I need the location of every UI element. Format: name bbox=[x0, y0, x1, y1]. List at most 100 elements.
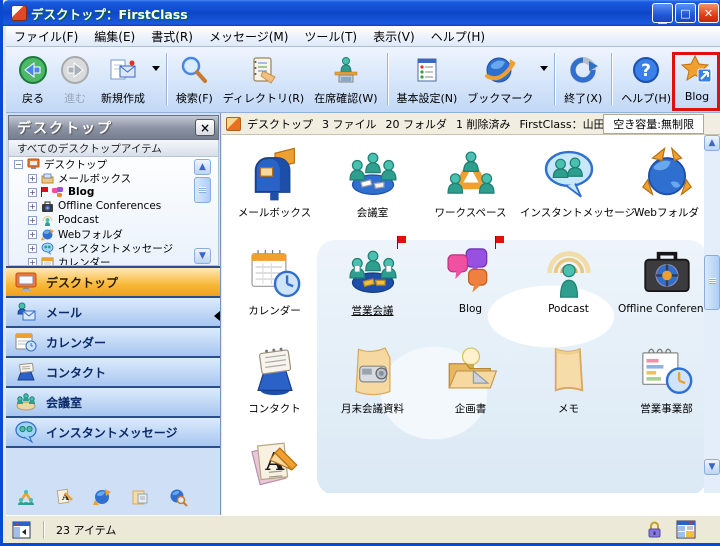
new-message-button[interactable]: 新規作成 bbox=[96, 50, 150, 108]
accordion-desktop[interactable]: デスクトップ bbox=[6, 268, 221, 298]
expand-icon[interactable]: + bbox=[28, 244, 37, 253]
menubar: ファイル(F) 編集(E) 書式(R) メッセージ(M) ツール(T) 表示(V… bbox=[6, 26, 720, 47]
sidebar-panel-header: デスクトップ × bbox=[8, 115, 219, 140]
accordion-conferences[interactable]: 会議室 bbox=[6, 388, 221, 418]
scroll-down-icon[interactable]: ▼ bbox=[194, 248, 211, 264]
item-blog[interactable]: Blog bbox=[422, 238, 519, 334]
scroll-up-icon[interactable]: ▲ bbox=[194, 159, 211, 175]
websearch-mini-icon[interactable] bbox=[168, 487, 188, 507]
firstclass-window: デスクトップ：FirstClass ▁ □ ✕ ファイル(F) 編集(E) 書式… bbox=[0, 0, 720, 546]
tree-item-calendar[interactable]: + カレンダー bbox=[9, 255, 218, 266]
accordion-calendar[interactable]: カレンダー bbox=[6, 328, 221, 358]
menu-tools[interactable]: ツール(T) bbox=[296, 26, 365, 47]
bookmarks-button[interactable]: ブックマーク bbox=[462, 50, 538, 108]
vertical-scrollbar[interactable]: ▲ ▼ bbox=[704, 135, 720, 493]
tree-item-offline-conferences[interactable]: + Offline Conferences bbox=[9, 199, 218, 213]
bookmarks-dropdown-icon[interactable] bbox=[540, 66, 548, 71]
mailbox-mini-icon bbox=[41, 172, 55, 185]
main-panel: デスクトップ 3 ファイル 20 フォルダ 1 削除済み FirstClass：… bbox=[222, 113, 720, 515]
accordion-instant-message[interactable]: インスタントメッセージ bbox=[6, 418, 221, 448]
main-header: デスクトップ 3 ファイル 20 フォルダ 1 削除済み FirstClass：… bbox=[222, 113, 720, 135]
lock-icon bbox=[647, 521, 662, 538]
toggle-sidebar-icon[interactable] bbox=[12, 521, 31, 539]
tree-scrollbar[interactable]: ▲ ▼ bbox=[194, 159, 211, 264]
menu-file[interactable]: ファイル(F) bbox=[6, 26, 86, 47]
search-button[interactable]: 検索(F) bbox=[171, 50, 218, 108]
webfolder-mini-icon bbox=[41, 228, 55, 241]
item-webfolder[interactable]: Webフォルダ bbox=[618, 140, 704, 236]
tree-item-instant-message[interactable]: + インスタントメッセージ bbox=[9, 241, 218, 255]
new-message-dropdown-icon[interactable] bbox=[152, 66, 160, 71]
desktop-header-icon bbox=[226, 117, 241, 131]
item-calendar[interactable]: カレンダー bbox=[226, 238, 323, 334]
desktop-item-grid: メールボックス 会議室 ワークスペース インスタントメッセージ Webフォルダ bbox=[222, 135, 704, 493]
forward-button[interactable]: 進む bbox=[54, 50, 96, 108]
toolbar-separator bbox=[611, 53, 612, 105]
tree-item-desktop[interactable]: − デスクトップ bbox=[9, 157, 218, 171]
item-monthly-meeting-docs[interactable]: 月末会議資料 bbox=[324, 336, 421, 432]
new-message-icon bbox=[106, 52, 140, 88]
item-sales-division[interactable]: 営業事業部 bbox=[618, 336, 704, 432]
item-sales-meeting[interactable]: 営業会議 bbox=[324, 238, 421, 334]
preferences-icon bbox=[411, 52, 443, 88]
logoff-button[interactable]: 終了(X) bbox=[559, 50, 607, 108]
close-button[interactable]: ✕ bbox=[698, 3, 719, 23]
back-button[interactable]: 戻る bbox=[12, 50, 54, 108]
tree-item-blog[interactable]: + Blog bbox=[9, 185, 218, 199]
item-conference-room[interactable]: 会議室 bbox=[324, 140, 421, 236]
preferences-button[interactable]: 基本設定(N) bbox=[392, 50, 463, 108]
tree-scroll-thumb[interactable] bbox=[194, 177, 211, 203]
blog-button[interactable]: Blog bbox=[676, 50, 718, 105]
item-mailbox[interactable]: メールボックス bbox=[226, 140, 323, 236]
monthly-docs-icon bbox=[324, 336, 421, 400]
tree-item-podcast[interactable]: + Podcast bbox=[9, 213, 218, 227]
expand-icon[interactable]: + bbox=[28, 188, 37, 197]
view-layout-icon[interactable] bbox=[676, 520, 696, 539]
menu-message[interactable]: メッセージ(M) bbox=[201, 26, 296, 47]
item-offline-conferences[interactable]: Offline Conferences bbox=[618, 238, 704, 334]
collapse-icon[interactable]: − bbox=[14, 160, 23, 169]
webfolder-mini2-icon[interactable] bbox=[92, 487, 112, 507]
scroll-up-icon[interactable]: ▲ bbox=[704, 135, 720, 151]
presence-button[interactable]: 在席確認(W) bbox=[309, 50, 382, 108]
notes-mini-icon[interactable] bbox=[130, 487, 150, 507]
item-contacts[interactable]: コンタクト bbox=[226, 336, 323, 432]
accordion-contacts[interactable]: コンタクト bbox=[6, 358, 221, 388]
briefcase-mini-icon bbox=[41, 200, 55, 213]
directory-button[interactable]: ディレクトリ(R) bbox=[218, 50, 309, 108]
scroll-down-icon[interactable]: ▼ bbox=[704, 459, 720, 475]
tree-item-mailbox[interactable]: + メールボックス bbox=[9, 171, 218, 185]
splitter-collapse-icon[interactable] bbox=[214, 311, 220, 321]
expand-icon[interactable]: + bbox=[28, 202, 37, 211]
statusbar: 23 アイテム bbox=[6, 515, 720, 543]
help-button[interactable]: ? ヘルプ(H) bbox=[616, 50, 676, 108]
expand-icon[interactable]: + bbox=[28, 174, 37, 183]
item-documents[interactable]: A ドキュメント bbox=[226, 430, 323, 493]
item-workspace[interactable]: ワークスペース bbox=[422, 140, 519, 236]
expand-icon[interactable]: + bbox=[28, 258, 37, 267]
workspace-mini-icon[interactable] bbox=[16, 487, 36, 507]
maximize-button[interactable]: □ bbox=[675, 3, 696, 23]
v-scroll-thumb[interactable] bbox=[704, 255, 720, 310]
menu-view[interactable]: 表示(V) bbox=[365, 26, 423, 47]
header-files: 3 ファイル bbox=[322, 116, 377, 132]
help-icon: ? bbox=[630, 52, 662, 88]
accordion-mail[interactable]: メール bbox=[6, 298, 221, 328]
bookmarks-icon bbox=[483, 52, 517, 88]
documents-mini-icon[interactable]: A bbox=[54, 487, 74, 507]
calendar-mini-icon bbox=[41, 256, 55, 267]
tree-item-webfolder[interactable]: + Webフォルダ bbox=[9, 227, 218, 241]
item-proposal[interactable]: 企画書 bbox=[422, 336, 519, 432]
expand-icon[interactable]: + bbox=[28, 216, 37, 225]
menu-edit[interactable]: 編集(E) bbox=[86, 26, 143, 47]
item-memo[interactable]: メモ bbox=[520, 336, 617, 432]
menu-help[interactable]: ヘルプ(H) bbox=[423, 26, 493, 47]
expand-icon[interactable]: + bbox=[28, 230, 37, 239]
minimize-button[interactable]: ▁ bbox=[652, 3, 673, 23]
item-podcast[interactable]: Podcast bbox=[520, 238, 617, 334]
contacts-icon bbox=[226, 336, 323, 400]
panel-close-icon[interactable]: × bbox=[195, 119, 215, 136]
offline-conferences-icon bbox=[618, 238, 704, 302]
item-instant-message[interactable]: インスタントメッセージ bbox=[520, 140, 617, 236]
menu-format[interactable]: 書式(R) bbox=[143, 26, 201, 47]
